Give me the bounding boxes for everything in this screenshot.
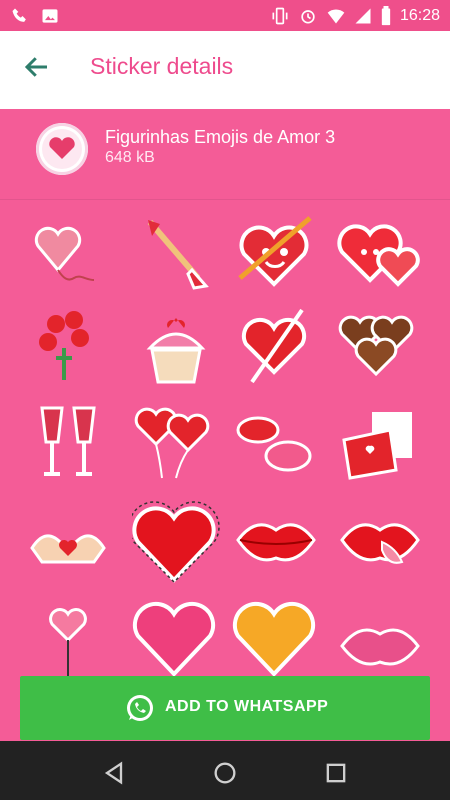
back-nav-icon[interactable] [100, 759, 128, 787]
sticker-9[interactable] [24, 396, 112, 484]
heart-lollipop-icon [49, 608, 87, 676]
hand-heart-icon [30, 534, 106, 564]
sticker-4[interactable] [336, 208, 424, 296]
whatsapp-icon [127, 695, 153, 721]
sticker-13[interactable] [24, 496, 112, 584]
pack-name: Figurinhas Emojis de Amor 3 [105, 127, 336, 147]
alarm-icon [301, 10, 315, 24]
sticker-grid [0, 200, 450, 680]
kiss-lips-icon [236, 416, 312, 472]
big-red-heart-icon [128, 501, 220, 584]
sticker-3[interactable] [232, 208, 320, 296]
sticker-15[interactable] [232, 496, 320, 584]
pack-size: 648 kB [105, 149, 155, 166]
wifi-icon [327, 9, 345, 24]
sticker-19[interactable] [232, 592, 320, 680]
sticker-14[interactable] [128, 496, 220, 584]
two-hearts-faces-icon [337, 224, 420, 287]
sticker-6[interactable] [132, 300, 220, 388]
gold-heart-icon [232, 601, 316, 677]
love-letter-icon [342, 412, 412, 480]
recents-nav-icon[interactable] [322, 759, 350, 787]
sticker-11[interactable] [232, 396, 320, 484]
add-to-whatsapp-button[interactable]: ADD TO WHATSAPP [20, 676, 430, 740]
sticker-17[interactable] [24, 592, 112, 680]
wine-glasses-icon [40, 406, 96, 476]
image-icon [42, 9, 58, 23]
sticker-10[interactable] [132, 396, 220, 484]
lips-kiss-icon [236, 523, 316, 562]
sticker-7[interactable] [232, 300, 320, 388]
phone-icon [12, 8, 26, 22]
clock: 16:28 [399, 7, 440, 24]
status-bar: 16:28 [0, 0, 450, 31]
heart-with-arrow-face-icon [238, 216, 312, 287]
heart-balloons-icon [134, 407, 210, 479]
heart-arrow-icon [241, 308, 307, 384]
sticker-2[interactable] [132, 208, 220, 296]
sticker-12[interactable] [336, 396, 424, 484]
pink-lips-icon [340, 628, 420, 666]
pack-tray-icon [36, 123, 88, 175]
sticker-18[interactable] [132, 592, 220, 680]
page-title: Sticker details [90, 53, 234, 79]
pack-header: Figurinhas Emojis de Amor 3 648 kB [0, 109, 450, 200]
navigation-bar [0, 741, 450, 800]
sticker-5[interactable] [24, 300, 112, 388]
back-arrow-icon[interactable] [22, 52, 52, 82]
battery-icon [381, 6, 391, 26]
sticker-1[interactable] [24, 208, 112, 296]
cupcake-icon [146, 318, 206, 384]
add-button-label: ADD TO WHATSAPP [165, 698, 329, 715]
pink-heart-icon [132, 601, 216, 677]
cupid-arrow-icon [147, 220, 209, 290]
chocolates-icon [338, 315, 414, 377]
signal-icon [355, 8, 371, 24]
sticker-8[interactable] [336, 300, 424, 388]
toolbar: Sticker details [0, 31, 450, 110]
vibrate-icon [272, 7, 288, 25]
tongue-lips-icon [340, 523, 420, 564]
flower-bouquet-icon [39, 311, 89, 380]
status-right: 16:28 [270, 6, 440, 26]
home-nav-icon[interactable] [211, 759, 239, 787]
heart-balloon-icon [34, 226, 95, 281]
sticker-16[interactable] [336, 496, 424, 584]
sticker-20[interactable] [336, 592, 424, 680]
status-left [10, 6, 60, 26]
